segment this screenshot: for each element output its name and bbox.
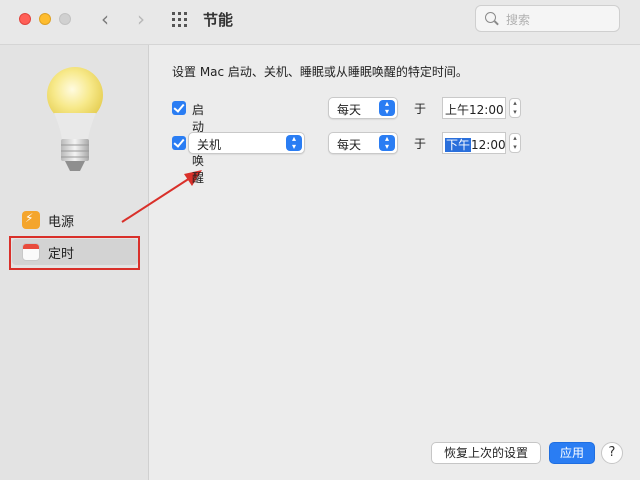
- time-value: 下午12:00: [445, 136, 506, 153]
- search-icon: [485, 12, 496, 23]
- startup-time-stepper[interactable]: ▴ ▾: [509, 98, 521, 118]
- back-icon[interactable]: ‹: [93, 6, 117, 32]
- startup-frequency-select[interactable]: 每天 ▴ ▾: [328, 97, 398, 119]
- annotation-highlight-box: [9, 236, 140, 270]
- frequency-value: 每天: [337, 138, 362, 152]
- shutdown-time-field[interactable]: 下午12:00: [442, 132, 506, 154]
- zoom-window-button[interactable]: [59, 13, 71, 25]
- lightbulb-icon: [47, 67, 103, 171]
- window-title: 节能: [203, 11, 234, 29]
- schedule-description: 设置 Mac 启动、关机、睡眠或从睡眠唤醒的特定时间。: [172, 65, 468, 79]
- system-preferences-window: ‹ › 节能 搜索 ⚡ 电源 定时 设置 Mac 启动、关机、睡眠或从睡眠唤醒的…: [0, 0, 640, 480]
- frequency-value: 每天: [337, 103, 362, 117]
- chevron-updown-icon: ▴ ▾: [379, 100, 395, 116]
- title-bar: ‹ › 节能 搜索: [0, 0, 640, 45]
- sidebar-item-label: 电源: [48, 215, 75, 230]
- shutdown-action-select[interactable]: 关机 ▴ ▾: [188, 132, 305, 154]
- time-value: 上午12:00: [445, 103, 504, 117]
- restore-previous-settings-button[interactable]: 恢复上次的设置: [431, 442, 541, 464]
- at-label: 于: [414, 102, 427, 116]
- chevron-updown-icon: ▴ ▾: [379, 135, 395, 151]
- show-all-grid-icon[interactable]: [172, 12, 188, 28]
- search-field[interactable]: 搜索: [475, 5, 620, 32]
- action-value: 关机: [197, 138, 222, 152]
- startup-checkbox[interactable]: [172, 101, 186, 115]
- minimize-window-button[interactable]: [39, 13, 51, 25]
- at-label: 于: [414, 137, 427, 151]
- power-icon: [22, 211, 40, 229]
- shutdown-time-stepper[interactable]: ▴ ▾: [509, 133, 521, 153]
- help-button[interactable]: ?: [601, 442, 623, 464]
- time-hours-minutes[interactable]: 12:00: [471, 138, 506, 152]
- search-placeholder: 搜索: [506, 13, 531, 27]
- time-ampm-selected[interactable]: 下午: [445, 138, 472, 152]
- close-window-button[interactable]: [19, 13, 31, 25]
- shutdown-checkbox[interactable]: [172, 136, 186, 150]
- shutdown-frequency-select[interactable]: 每天 ▴ ▾: [328, 132, 398, 154]
- chevron-updown-icon: ▴ ▾: [286, 135, 302, 151]
- startup-time-field[interactable]: 上午12:00: [442, 97, 506, 119]
- apply-button[interactable]: 应用: [549, 442, 595, 464]
- forward-icon[interactable]: ›: [129, 6, 153, 32]
